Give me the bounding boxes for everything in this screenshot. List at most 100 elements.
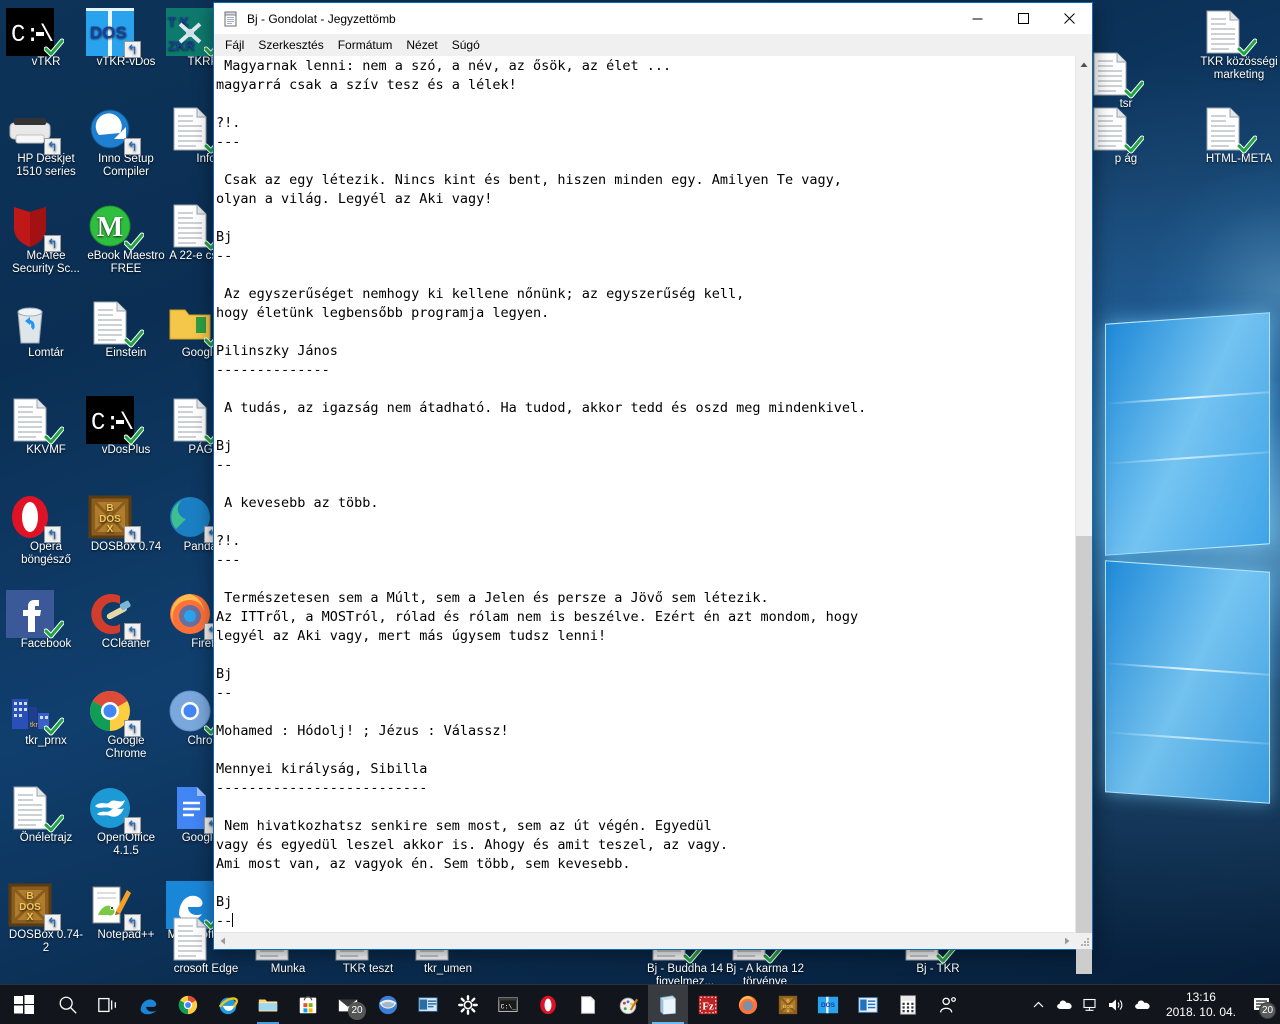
onedrive-cloud-icon[interactable]: [1052, 985, 1078, 1024]
onedrive-sync-icon[interactable]: [1130, 985, 1156, 1024]
desktop-icon-cmd-prompt-icon[interactable]: C:\ vDosPlus: [86, 396, 166, 457]
desktop-icon-text-document-icon[interactable]: tsr: [1086, 50, 1166, 111]
desktop-icon-openoffice-icon[interactable]: OpenOffice 4.1.5: [86, 784, 166, 858]
menu-bar[interactable]: Fájl Szerkesztés Formátum Nézet Súgó: [214, 34, 1092, 56]
menu-item-file[interactable]: Fájl: [218, 36, 251, 54]
clock[interactable]: 13:16 2018. 10. 04.: [1156, 985, 1246, 1024]
desktop-icon-recycle-bin-icon[interactable]: Lomtár: [6, 299, 86, 360]
menu-item-format[interactable]: Formátum: [331, 36, 400, 54]
desktop-icon-label: tkr_umen: [424, 963, 472, 975]
paint-icon[interactable]: [608, 985, 648, 1024]
inno-setup-icon: [86, 105, 166, 155]
desktop-icon-opera-icon[interactable]: Opera böngésző: [6, 493, 86, 567]
microsoft-store-icon[interactable]: [288, 985, 328, 1024]
desktop-icon-label: Opera böngésző: [21, 541, 71, 566]
desktop-icon-text-document-icon[interactable]: KKVMF: [6, 396, 86, 457]
desktop-icon-mcafee-icon[interactable]: McAfee Security Sc...: [6, 202, 86, 276]
desktop-icon-text-document-icon[interactable]: Einstein: [86, 299, 166, 360]
desktop-icon-dos-icon[interactable]: DOSvTKR-vDos: [86, 8, 166, 69]
chrome-taskbar-icon[interactable]: [168, 985, 208, 1024]
svg-text:T K: T K: [168, 14, 190, 29]
desktop-icon-text-document-icon[interactable]: HTML-META: [1199, 105, 1279, 166]
desktop-icon-label: McAfee Security Sc...: [12, 250, 80, 275]
desktop-icon-chrome-icon[interactable]: Google Chrome: [86, 687, 166, 761]
desktop-icon-ebook-maestro-icon[interactable]: MeBook Maestro FREE: [86, 202, 166, 276]
firefox-taskbar-icon[interactable]: [728, 985, 768, 1024]
search-icon[interactable]: [48, 985, 88, 1024]
text-editor-area[interactable]: Magyarnak lenni: nem a szó, a név, az ős…: [214, 56, 1075, 932]
svg-text:X: X: [107, 524, 114, 535]
desktop-icon-text-document-icon[interactable]: p ág: [1086, 105, 1166, 166]
desktop-icon-printer-icon[interactable]: HP Deskjet 1510 series: [6, 105, 86, 179]
scroll-left-arrow[interactable]: [214, 933, 231, 949]
vertical-scroll-thumb[interactable]: [1076, 536, 1092, 974]
action-center-button[interactable]: 20: [1246, 985, 1278, 1024]
dos-icon: DOS: [86, 8, 166, 58]
internet-explorer-taskbar-icon[interactable]: [208, 985, 248, 1024]
windows-app-icon[interactable]: [848, 985, 888, 1024]
vertical-scroll-track[interactable]: [1076, 73, 1092, 974]
dosbox-icon: B DOS X: [86, 493, 166, 543]
thunderbird-icon[interactable]: [368, 985, 408, 1024]
horizontal-scrollbar[interactable]: [214, 932, 1092, 949]
sync-check-badge: [44, 814, 64, 834]
notepad-doc-icon[interactable]: [568, 985, 608, 1024]
shortcut-arrow-badge: [124, 817, 141, 834]
vdos-taskbar-icon[interactable]: DOS: [808, 985, 848, 1024]
cmd-prompt-icon: C:\: [6, 8, 86, 57]
system-tray[interactable]: 13:16 2018. 10. 04. 20: [1026, 985, 1280, 1024]
menu-item-help[interactable]: Súgó: [445, 36, 487, 54]
scroll-up-arrow[interactable]: [1076, 56, 1092, 73]
desktop-icon-inno-setup-icon[interactable]: Inno Setup Compiler: [86, 105, 166, 179]
desktop-icon-text-document-icon[interactable]: TKR közösségi marketing: [1199, 8, 1279, 82]
mail-icon[interactable]: 20: [328, 985, 368, 1024]
close-button[interactable]: [1046, 4, 1092, 34]
notepadpp-icon: [86, 881, 166, 931]
recycle-bin-icon: [6, 299, 86, 347]
filezilla-icon[interactable]: Fz: [688, 985, 728, 1024]
scroll-right-arrow[interactable]: [1058, 933, 1075, 949]
desktop-icon-text-document-icon[interactable]: Önéletrajz: [6, 784, 86, 845]
desktop-icon-dosbox-icon[interactable]: BDOSXDOSBox 0.74: [86, 493, 166, 554]
menu-item-view[interactable]: Nézet: [399, 36, 444, 54]
taskbar[interactable]: 20 C:\_ Fz B DOS X DOS 13:16 2018. 10. 0…: [0, 984, 1280, 1024]
dosbox-taskbar-icon[interactable]: B DOS X: [768, 985, 808, 1024]
desktop-icon-notepadpp-icon[interactable]: Notepad++: [86, 881, 166, 942]
maximize-button[interactable]: [1000, 4, 1046, 34]
svg-text:C:\_: C:\_: [501, 1003, 517, 1010]
start-button[interactable]: [0, 985, 48, 1024]
network-icon[interactable]: [1078, 985, 1104, 1024]
command-prompt-icon[interactable]: C:\_: [488, 985, 528, 1024]
svg-text:X: X: [27, 912, 34, 923]
openoffice-icon: [86, 784, 166, 834]
show-hidden-icons-button[interactable]: [1026, 985, 1052, 1024]
vertical-scrollbar[interactable]: [1075, 56, 1092, 974]
desktop-icon-dosbox-icon[interactable]: BDOSXDOSBox 0.74-2: [6, 881, 86, 955]
resize-grip[interactable]: [1075, 933, 1092, 949]
window-title-bar[interactable]: Bj - Gondolat - Jegyzettömb: [214, 3, 1092, 34]
notepad-taskbar-icon[interactable]: [648, 984, 688, 1024]
shortcut-arrow-badge: [44, 526, 61, 543]
people-icon[interactable]: [928, 985, 968, 1024]
file-explorer-icon[interactable]: [248, 985, 288, 1024]
opera-taskbar-icon[interactable]: [528, 985, 568, 1024]
remote-desktop-icon[interactable]: [408, 985, 448, 1024]
horizontal-scroll-track[interactable]: [231, 933, 1058, 949]
text-document-icon: [1199, 105, 1279, 154]
desktop-icon-facebook-icon[interactable]: Facebook: [6, 590, 86, 651]
desktop-icon-city-buildings-icon[interactable]: tkr tkr_prnx: [6, 687, 86, 748]
calculator-icon[interactable]: [888, 985, 928, 1024]
task-view-icon[interactable]: [88, 985, 128, 1024]
minimize-button[interactable]: [954, 4, 1000, 34]
sync-check-badge: [44, 717, 64, 737]
menu-item-edit[interactable]: Szerkesztés: [251, 36, 330, 54]
desktop-icon-label: Munka: [270, 963, 306, 975]
notepad-window[interactable]: Bj - Gondolat - Jegyzettömb Fájl Szerkes…: [213, 2, 1093, 974]
printer-icon: [6, 105, 86, 155]
desktop-icon-cmd-prompt-icon[interactable]: C:\ vTKR: [6, 8, 86, 69]
settings-gear-icon[interactable]: [448, 985, 488, 1024]
desktop-icon-ccleaner-icon[interactable]: CCleaner: [86, 590, 166, 651]
edge-taskbar-icon[interactable]: [128, 985, 168, 1024]
desktop-icon-label: HP Deskjet 1510 series: [16, 153, 76, 178]
volume-icon[interactable]: [1104, 985, 1130, 1024]
